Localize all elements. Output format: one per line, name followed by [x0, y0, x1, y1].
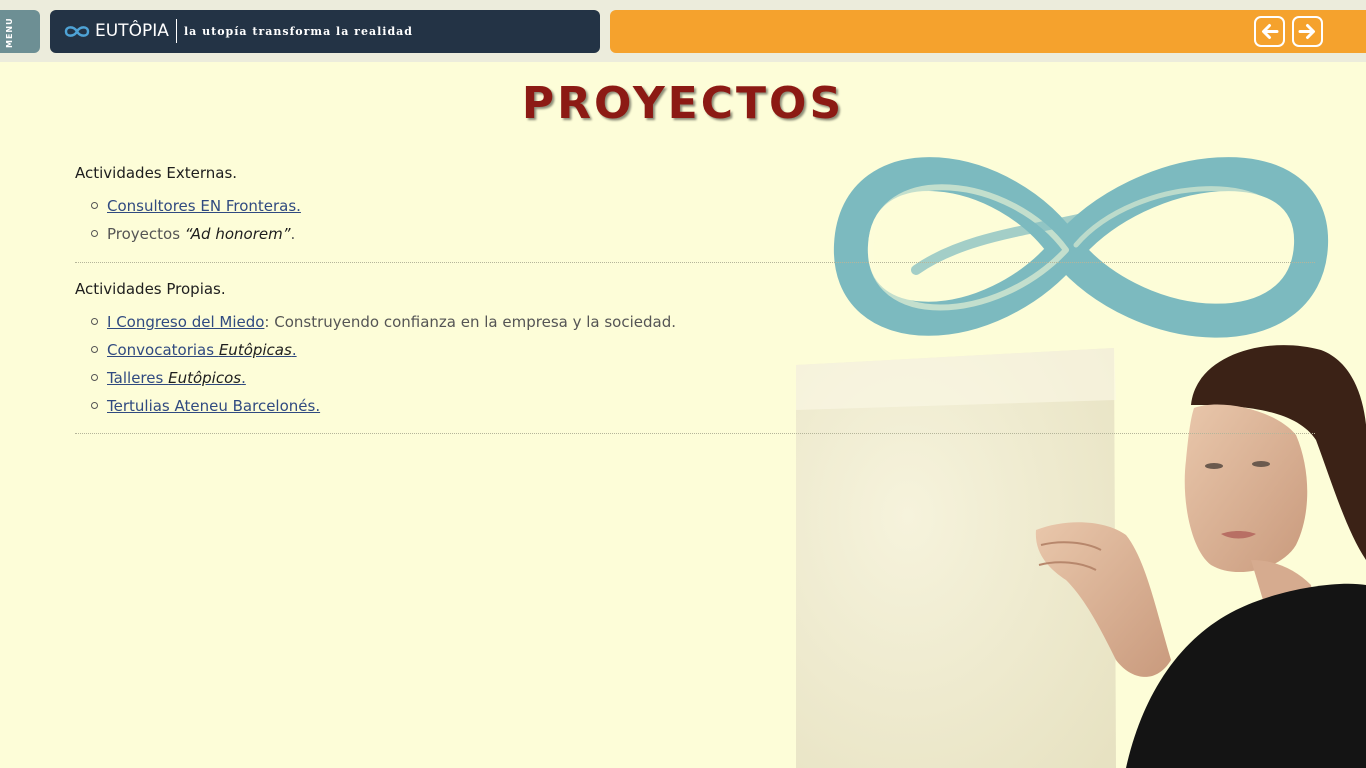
menu-label: MENU — [5, 17, 14, 48]
list-item-suffix: : Construyendo confianza en la empresa y… — [264, 313, 677, 331]
arrow-right-icon — [1298, 24, 1315, 39]
brand-tagline: la utopía transforma la realidad — [184, 25, 413, 38]
link-convocatorias-eutopicas[interactable]: Convocatorias Eutôpicas. — [107, 341, 297, 359]
link-congreso-del-miedo[interactable]: I Congreso del Miedo — [107, 313, 264, 331]
own-activities-list: I Congreso del Miedo: Construyendo confi… — [75, 312, 1315, 424]
brand-name[interactable]: EUTÔPIA — [95, 21, 169, 41]
list-item: Talleres Eutôpicos. — [91, 368, 1315, 396]
brand-divider — [176, 19, 177, 43]
section-own-activities: Actividades Propias. I Congreso del Mied… — [75, 280, 1315, 434]
menu-tab[interactable]: MENU — [0, 10, 40, 53]
page-title: PROYECTOS — [521, 78, 845, 129]
link-text: Talleres — [107, 369, 169, 387]
section-heading: Actividades Propias. — [75, 280, 226, 298]
nav-bar — [610, 10, 1366, 53]
brand-bar: EUTÔPIA la utopía transforma la realidad — [50, 10, 600, 53]
list-item-suffix: . — [290, 225, 296, 243]
link-talleres-eutopicos[interactable]: Talleres Eutôpicos. — [107, 369, 246, 387]
next-page-button[interactable] — [1292, 16, 1323, 47]
link-tertulias-ateneu[interactable]: Tertulias Ateneu Barcelonés. — [107, 397, 320, 415]
section-external-activities: Actividades Externas. Consultores EN Fro… — [75, 164, 1315, 263]
list-item-text: Proyectos — [107, 225, 185, 243]
list-item: I Congreso del Miedo: Construyendo confi… — [91, 312, 1315, 340]
link-suffix: . — [241, 369, 246, 387]
list-item: Tertulias Ateneu Barcelonés. — [91, 396, 1315, 424]
link-emphasis: Eutôpicos — [168, 369, 242, 387]
infinity-logo-icon — [64, 26, 90, 37]
section-heading: Actividades Externas. — [75, 164, 238, 182]
link-text: Convocatorias — [107, 341, 219, 359]
link-suffix: . — [291, 341, 297, 359]
link-emphasis: Eutôpicas — [218, 341, 292, 359]
list-item: Convocatorias Eutôpicas. — [91, 340, 1315, 368]
arrow-left-icon — [1262, 24, 1279, 39]
list-item: Proyectos “Ad honorem”. — [91, 224, 1315, 252]
top-bar: MENU EUTÔPIA la utopía transforma la rea… — [0, 0, 1366, 62]
list-item-emphasis: “Ad honorem” — [184, 225, 291, 243]
link-consultores-en-fronteras[interactable]: Consultores EN Fronteras. — [107, 197, 301, 215]
list-item: Consultores EN Fronteras. — [91, 196, 1315, 224]
previous-page-button[interactable] — [1254, 16, 1285, 47]
external-activities-list: Consultores EN Fronteras. Proyectos “Ad … — [75, 196, 1315, 252]
